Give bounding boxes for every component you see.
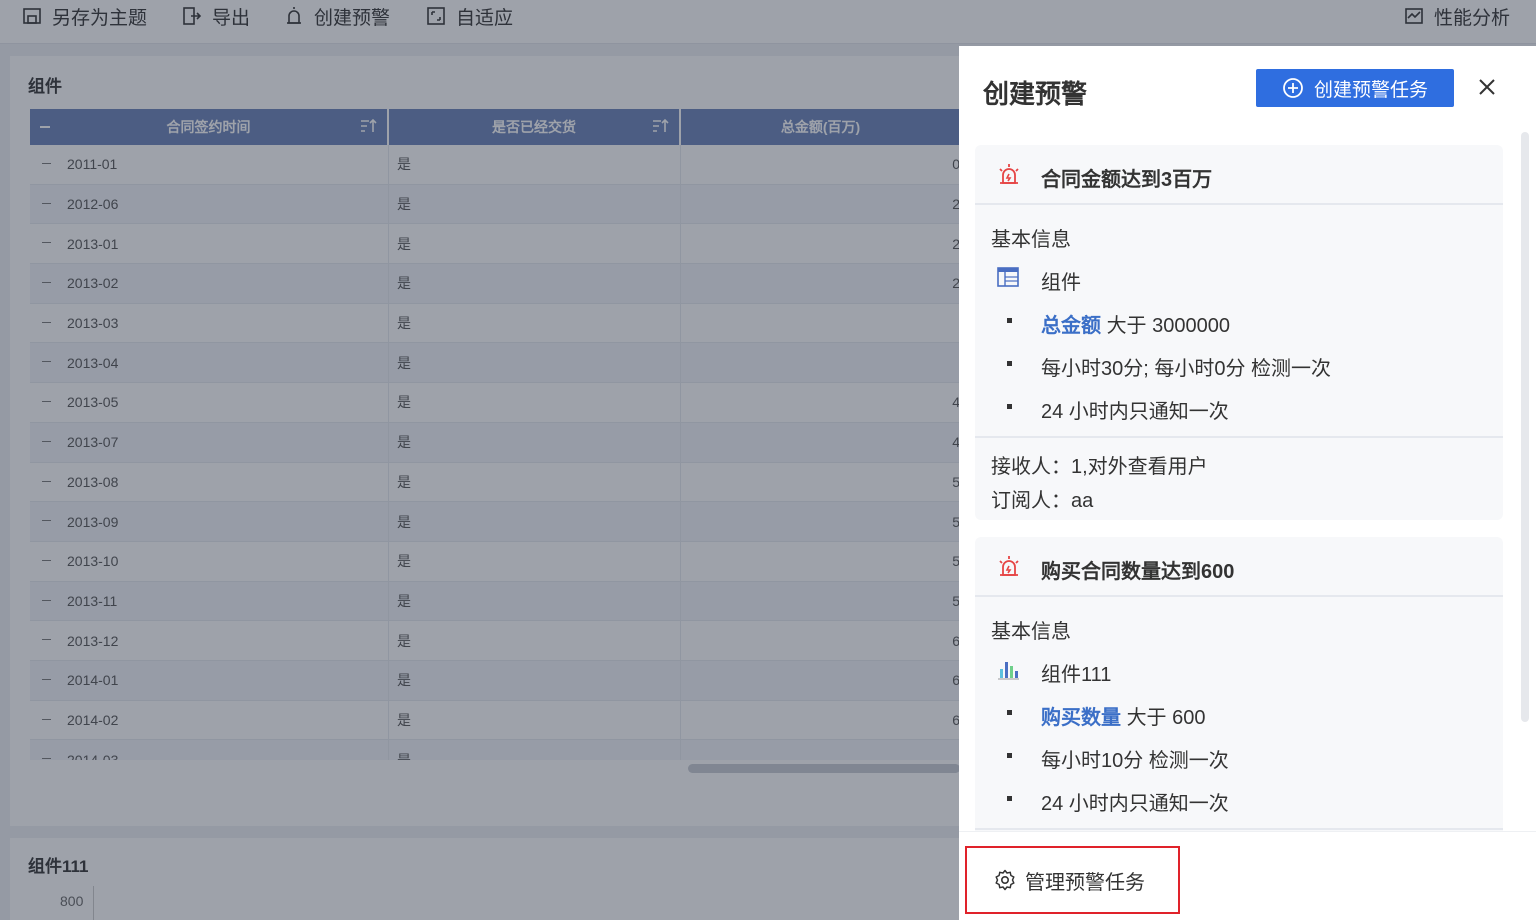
component-name: 组件 bbox=[1041, 272, 1081, 294]
plus-circle-icon bbox=[1283, 78, 1303, 98]
alarm-icon bbox=[999, 556, 1019, 576]
alarm-icon bbox=[999, 164, 1019, 184]
notify-line: 24 小时内只通知一次 bbox=[1041, 401, 1229, 423]
create-alert-task-button[interactable]: 创建预警任务 bbox=[1256, 69, 1454, 107]
condition-line: 总金额 大于 3000000 bbox=[1041, 309, 1230, 338]
bullet bbox=[1007, 753, 1012, 758]
schedule-line: 每小时30分; 每小时0分 检测一次 bbox=[1041, 358, 1332, 380]
panel-scrollbar[interactable] bbox=[1521, 132, 1529, 722]
panel-footer: 管理预警任务 bbox=[959, 831, 1536, 920]
alert-name: 购买合同数量达到600 bbox=[1041, 561, 1235, 583]
alert-name: 合同金额达到3百万 bbox=[1041, 169, 1213, 191]
bar-chart-icon bbox=[998, 662, 1019, 680]
create-alert-task-label: 创建预警任务 bbox=[1313, 79, 1428, 101]
condition-line: 购买数量 大于 600 bbox=[1041, 701, 1206, 730]
bullet bbox=[1007, 318, 1012, 323]
schedule-line: 每小时10分 检测一次 bbox=[1041, 750, 1229, 772]
receivers-line: 接收人：1,对外查看用户 bbox=[991, 456, 1208, 478]
bullet bbox=[1007, 361, 1012, 366]
condition-field: 购买数量 bbox=[1041, 707, 1121, 729]
subscribers-line: 订阅人：aa bbox=[991, 490, 1094, 512]
bullet bbox=[1007, 796, 1012, 801]
basic-info-label: 基本信息 bbox=[991, 621, 1071, 643]
component-name: 组件111 bbox=[1041, 664, 1112, 686]
condition-value: 大于 3000000 bbox=[1106, 315, 1230, 337]
divider bbox=[975, 436, 1503, 438]
alert-card-header: 购买合同数量达到600 bbox=[975, 537, 1503, 597]
panel-title: 创建预警 bbox=[983, 79, 1088, 109]
table-icon bbox=[997, 267, 1019, 287]
manage-alert-tasks-label: 管理预警任务 bbox=[1025, 871, 1145, 894]
create-alert-panel: 创建预警 创建预警任务 合同金额达到3百万 基本信息 组件 总金额 大于 300… bbox=[959, 46, 1536, 920]
basic-info-label: 基本信息 bbox=[991, 229, 1071, 251]
bullet bbox=[1007, 710, 1012, 715]
divider bbox=[975, 828, 1503, 830]
condition-field: 总金额 bbox=[1041, 315, 1101, 337]
notify-line: 24 小时内只通知一次 bbox=[1041, 793, 1229, 815]
bullet bbox=[1007, 404, 1012, 409]
close-icon[interactable] bbox=[1476, 76, 1498, 98]
gear-icon bbox=[995, 869, 1015, 891]
alert-card[interactable]: 合同金额达到3百万 基本信息 组件 总金额 大于 3000000 每小时30分;… bbox=[975, 145, 1503, 520]
manage-alert-tasks-button[interactable]: 管理预警任务 bbox=[965, 846, 1180, 914]
alert-card[interactable]: 购买合同数量达到600 基本信息 组件111 购买数量 大于 600 每小时10… bbox=[975, 537, 1503, 837]
alert-card-header: 合同金额达到3百万 bbox=[975, 145, 1503, 205]
condition-value: 大于 600 bbox=[1126, 707, 1206, 729]
